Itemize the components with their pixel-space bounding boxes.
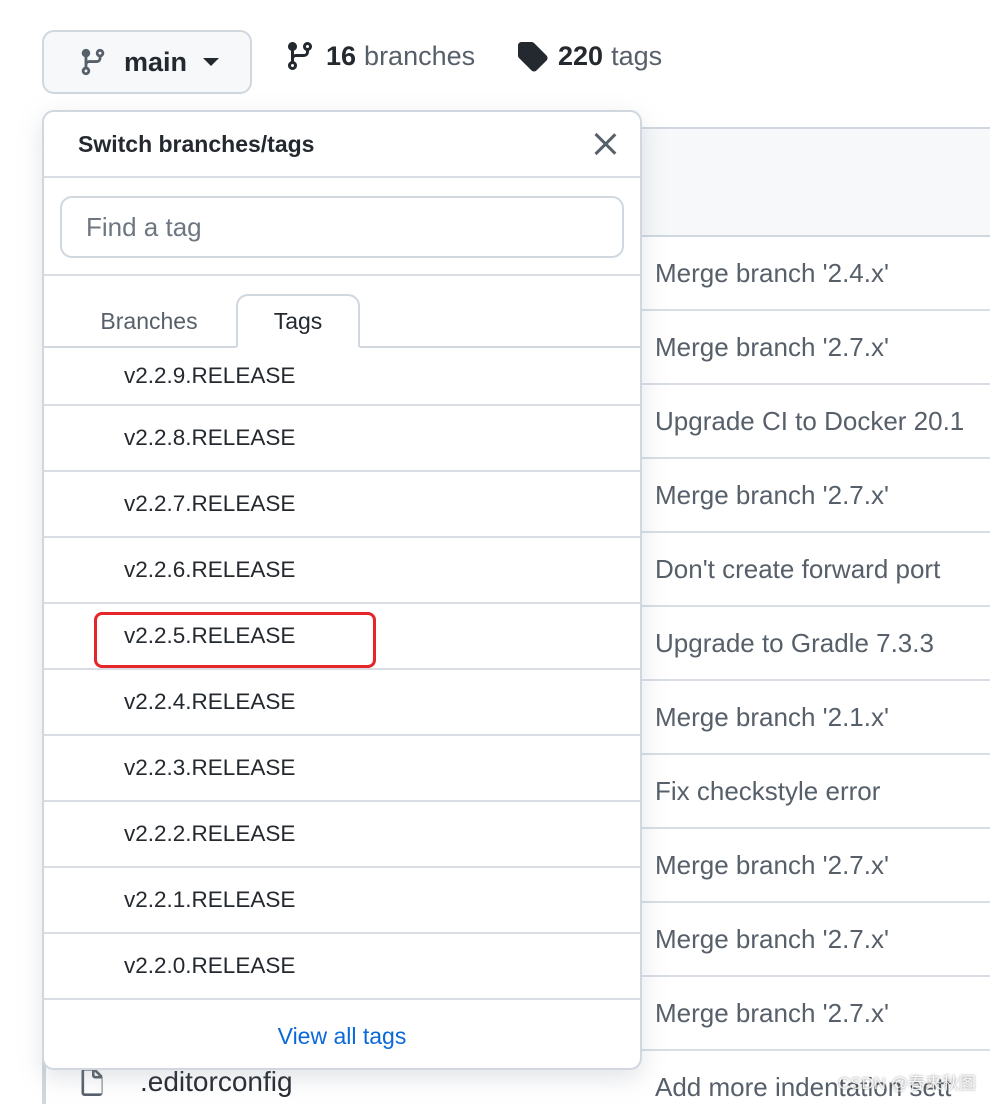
tag-item[interactable]: v2.2.9.RELEASE [44,348,640,406]
close-icon[interactable] [592,131,618,157]
commit-row[interactable]: Don't create forward port [640,533,990,607]
tag-item[interactable]: v2.2.3.RELEASE [44,736,640,802]
git-branch-icon [287,42,312,71]
ref-tabs: Branches Tags [44,276,640,348]
view-all-tags-link[interactable]: View all tags [278,1023,407,1050]
tag-item[interactable]: v2.2.8.RELEASE [44,406,640,472]
tags-link[interactable]: 220 tags [516,40,662,72]
dropdown-header: Switch branches/tags [44,112,640,178]
switch-branches-tags-dropdown: Switch branches/tags Branches Tags v2.2.… [42,110,642,1070]
commit-row[interactable]: Merge branch '2.7.x' [640,829,990,903]
file-name[interactable]: .editorconfig [140,1066,293,1098]
tags-label: tags [611,40,663,71]
tag-item[interactable]: v2.2.4.RELEASE [44,670,640,736]
tag-list: v2.2.9.RELEASE v2.2.8.RELEASE v2.2.7.REL… [44,348,640,1000]
branches-label: branches [364,40,476,71]
tag-icon [518,42,548,72]
tab-branches[interactable]: Branches [74,294,224,348]
dropdown-title: Switch branches/tags [78,130,315,157]
watermark: CSDN @春来秋图 [837,1074,976,1093]
repo-topbar: main 16 branches 220 tags [0,0,990,110]
commit-row[interactable]: Merge branch '2.7.x' [640,311,990,385]
commit-row[interactable]: Fix checkstyle error [640,755,990,829]
commit-list-header [640,129,990,237]
tag-item[interactable]: v2.2.1.RELEASE [44,868,640,934]
tag-item[interactable]: v2.2.2.RELEASE [44,802,640,868]
commit-row[interactable]: Merge branch '2.1.x' [640,681,990,755]
commit-list: Merge branch '2.4.x' Merge branch '2.7.x… [640,127,990,1104]
commit-row[interactable]: Merge branch '2.7.x' [640,459,990,533]
tag-item[interactable]: v2.2.0.RELEASE [44,934,640,1000]
branches-count: 16 [326,40,357,71]
branch-select-button[interactable]: main [42,30,252,94]
tag-item[interactable]: v2.2.6.RELEASE [44,538,640,604]
tag-item[interactable]: v2.2.7.RELEASE [44,472,640,538]
branches-link[interactable]: 16 branches [284,40,475,72]
caret-down-icon [203,58,220,66]
commit-row[interactable]: Merge branch '2.7.x' [640,903,990,977]
find-tag-input[interactable] [60,196,624,258]
commit-row[interactable]: Merge branch '2.4.x' [640,237,990,311]
dropdown-footer: View all tags [44,1000,640,1068]
git-branch-icon [81,48,105,76]
filter-section [44,178,640,276]
file-icon [81,1068,103,1096]
commit-row[interactable]: Upgrade to Gradle 7.3.3 [640,607,990,681]
commit-row[interactable]: Merge branch '2.7.x' [640,977,990,1051]
tags-count: 220 [558,40,604,71]
commit-row[interactable]: Upgrade CI to Docker 20.1 [640,385,990,459]
tab-tags[interactable]: Tags [236,294,360,348]
tag-item-highlighted[interactable]: v2.2.5.RELEASE [44,604,640,670]
current-branch-label: main [124,46,188,77]
